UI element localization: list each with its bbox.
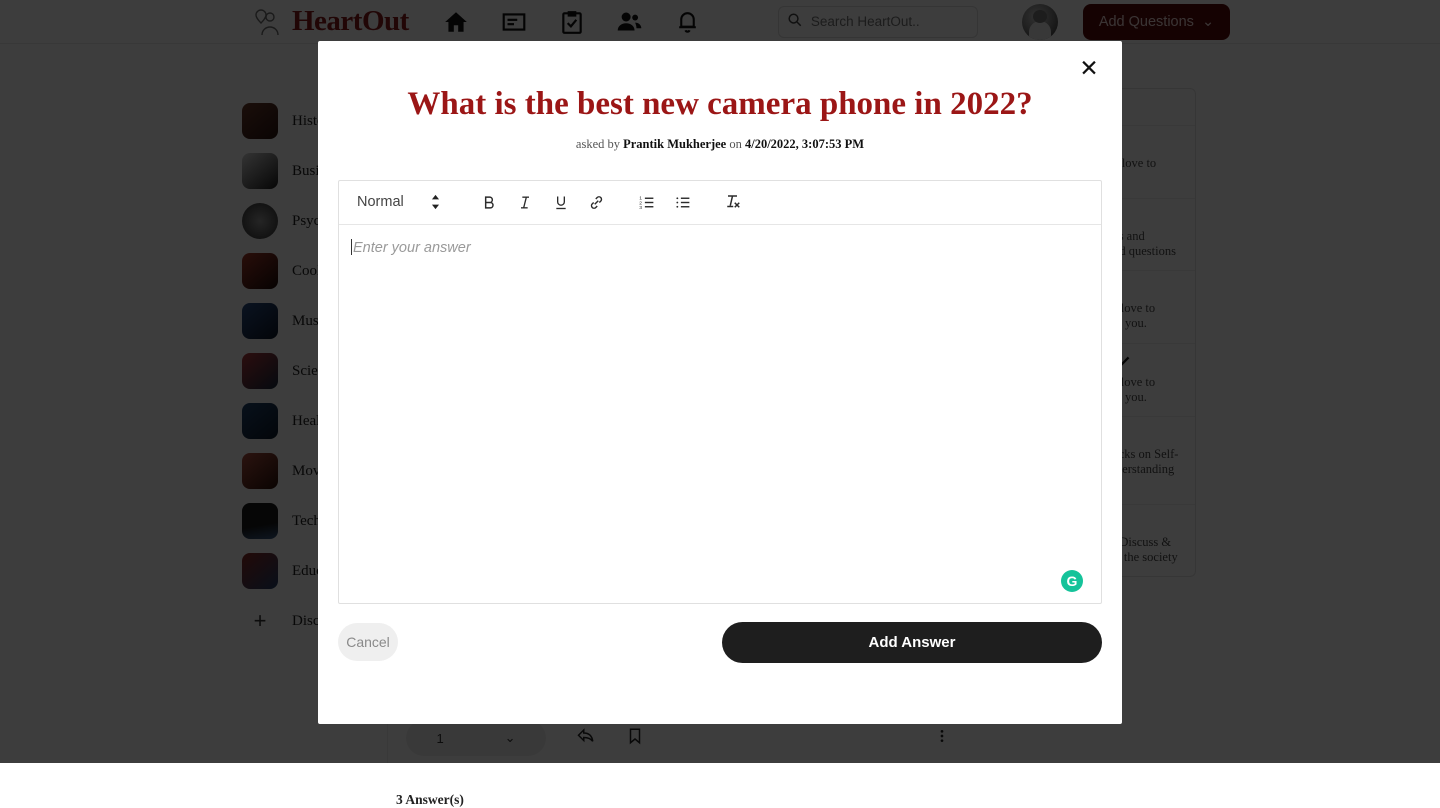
cancel-button[interactable]: Cancel <box>338 623 398 662</box>
byline-middle: on <box>729 136 742 151</box>
add-answer-modal: ✕ What is the best new camera phone in 2… <box>318 41 1122 724</box>
format-select-value: Normal <box>357 194 404 211</box>
clear-format-icon[interactable] <box>719 188 747 216</box>
modal-actions: Cancel Add Answer <box>338 621 1102 663</box>
answer-placeholder: Enter your answer <box>353 239 471 256</box>
ordered-list-icon[interactable]: 123 <box>633 188 661 216</box>
underline-icon[interactable] <box>547 188 575 216</box>
bullet-list-icon[interactable] <box>669 188 697 216</box>
grammarly-icon[interactable]: G <box>1061 569 1083 592</box>
chevron-updown-icon <box>430 194 441 210</box>
question-byline: asked by Prantik Mukherjee on 4/20/2022,… <box>318 137 1122 152</box>
text-style-group <box>471 188 615 216</box>
byline-prefix: asked by <box>575 136 620 151</box>
list-group: 123 <box>629 188 701 216</box>
bold-icon[interactable] <box>475 188 503 216</box>
byline-date: 4/20/2022, 3:07:53 PM <box>744 136 865 151</box>
editor-toolbar: Normal 1 2 3 <box>339 181 1101 225</box>
text-cursor <box>351 238 352 255</box>
answer-editor: Normal 1 2 3 Enter your answer G <box>338 179 1102 604</box>
byline-author: Prantik Mukherjee <box>623 136 727 151</box>
answers-count-label: 3 Answer(s) <box>396 792 464 807</box>
italic-icon[interactable] <box>511 188 539 216</box>
add-answer-button[interactable]: Add Answer <box>722 621 1102 663</box>
close-icon[interactable]: ✕ <box>1072 51 1106 85</box>
format-select[interactable]: Normal <box>357 194 441 210</box>
link-icon[interactable] <box>583 188 611 216</box>
answer-input[interactable]: Enter your answer G <box>339 225 1101 604</box>
svg-text:3: 3 <box>639 205 642 211</box>
page-title: What is the best new camera phone in 202… <box>407 86 1033 122</box>
